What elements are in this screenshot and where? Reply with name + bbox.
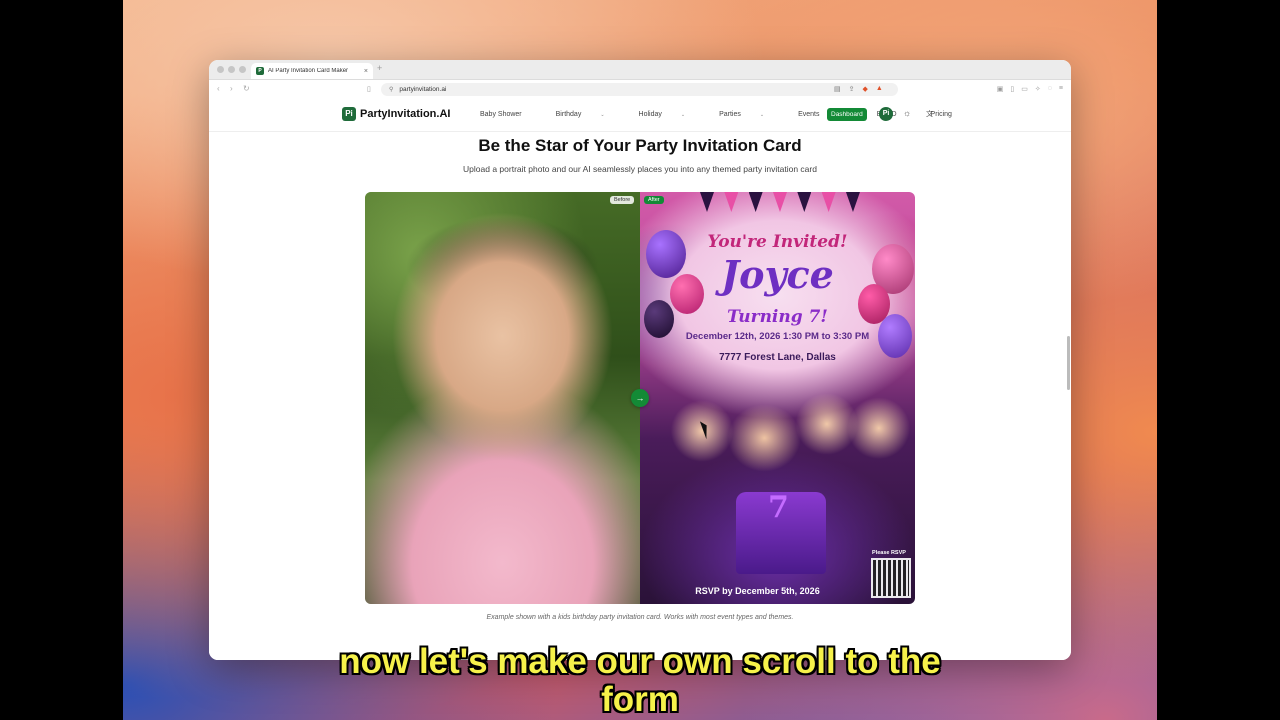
menu-icon[interactable]: ≡ — [1059, 85, 1063, 93]
menu-parties[interactable]: Parties ⌄ — [719, 111, 781, 118]
menu-pricing[interactable]: Pricing — [931, 111, 969, 118]
browser-toolbar: ‹ › ↻ ▯ ⚲ partyinvitation.ai ▤ ⇪ ◆ ▲ ▣ ▯… — [209, 80, 1071, 100]
before-after-slider[interactable]: You're Invited! Joyce Turning 7! Decembe… — [365, 192, 915, 604]
toolbar-right-icons: ▣ ▯ ▭ ✧ ◌ ≡ — [997, 85, 1063, 93]
back-icon[interactable]: ‹ — [217, 84, 220, 93]
vpn-icon[interactable]: ◌ — [1048, 85, 1052, 93]
site-header: Pi PartyInvitation.AI Baby Shower Birthd… — [209, 99, 1071, 132]
after-badge: After — [644, 196, 664, 204]
menu-baby-shower[interactable]: Baby Shower — [480, 111, 539, 118]
share-icon[interactable]: ⇪ — [849, 85, 855, 93]
brave-shield-icon[interactable]: ◆ — [863, 85, 868, 93]
invite-age: Turning 7! — [727, 307, 828, 327]
address-bar-icons: ▤ ⇪ ◆ ▲ — [834, 85, 883, 93]
logo-mark: Pi — [342, 107, 356, 121]
before-photo — [365, 192, 640, 604]
wallet-icon[interactable]: ▭ — [1021, 85, 1028, 93]
before-badge: Before — [610, 196, 635, 204]
menu-birthday[interactable]: Birthday ⌄ — [556, 111, 622, 118]
site-info-icon[interactable]: ⚲ — [389, 86, 393, 93]
address-bar[interactable]: ⚲ partyinvitation.ai — [381, 83, 898, 96]
invite-address: 7777 Forest Lane, Dallas — [719, 352, 836, 363]
dashboard-button[interactable]: Dashboard — [827, 108, 867, 121]
bookmark-icon[interactable]: ▯ — [367, 85, 371, 93]
new-tab-button[interactable]: + — [377, 63, 382, 73]
tab-close-icon[interactable]: × — [364, 68, 368, 75]
extensions-icon[interactable]: ▣ — [997, 85, 1004, 93]
leo-icon[interactable]: ✧ — [1035, 85, 1041, 93]
sidebar-icon[interactable]: ▯ — [1010, 85, 1014, 93]
tab-bar: P AI Party Invitation Card Maker × + — [209, 60, 1071, 80]
theme-toggle-icon[interactable]: ☼ — [903, 108, 911, 118]
cake-number: 7 — [768, 490, 789, 525]
browser-tab[interactable]: P AI Party Invitation Card Maker × — [251, 63, 373, 79]
site-logo[interactable]: Pi PartyInvitation.AI — [342, 107, 450, 121]
scrollbar-thumb[interactable] — [1067, 336, 1070, 390]
rsvp-deadline: RSVP by December 5th, 2026 — [695, 586, 820, 596]
language-icon[interactable]: 文 — [926, 109, 933, 119]
bunting-decoration — [700, 192, 860, 214]
example-caption: Example shown with a kids birthday party… — [486, 614, 794, 621]
menu-holiday[interactable]: Holiday ⌄ — [639, 111, 703, 118]
video-caption-line-1: now let's make our own scroll to the — [339, 642, 941, 681]
favicon-icon: P — [256, 67, 264, 75]
logo-text: PartyInvitation.AI — [360, 108, 451, 120]
page-content: Be the Star of Your Party Invitation Car… — [209, 132, 1071, 660]
url-text: partyinvitation.ai — [399, 86, 447, 93]
page-title: Be the Star of Your Party Invitation Car… — [478, 136, 802, 155]
page-subtitle: Upload a portrait photo and our AI seaml… — [463, 164, 817, 174]
chevron-down-icon: ⌄ — [680, 112, 686, 118]
chevron-down-icon: ⌄ — [600, 112, 605, 118]
reload-icon[interactable]: ↻ — [243, 84, 250, 93]
reader-icon[interactable]: ▤ — [834, 85, 841, 93]
slider-handle-arrow-icon[interactable]: → — [631, 389, 649, 407]
chevron-down-icon: ⌄ — [759, 112, 765, 118]
forward-icon[interactable]: › — [230, 84, 233, 93]
video-caption-line-2: form — [601, 680, 679, 719]
tab-title: AI Party Invitation Card Maker — [268, 68, 349, 74]
invite-date: December 12th, 2026 1:30 PM to 3:30 PM — [685, 331, 870, 342]
user-avatar[interactable]: Pi — [879, 107, 893, 121]
invite-heading: You're Invited! — [707, 232, 848, 252]
rsvp-label: Please RSVP — [872, 550, 906, 556]
close-window-button[interactable] — [217, 66, 224, 73]
browser-window: P AI Party Invitation Card Maker × + ‹ ›… — [209, 60, 1071, 660]
brave-rewards-icon[interactable]: ▲ — [876, 85, 883, 93]
after-invitation-image: You're Invited! Joyce Turning 7! Decembe… — [640, 192, 915, 604]
zoom-window-button[interactable] — [239, 66, 246, 73]
minimize-window-button[interactable] — [228, 66, 235, 73]
invite-name: Joyce — [721, 252, 834, 297]
